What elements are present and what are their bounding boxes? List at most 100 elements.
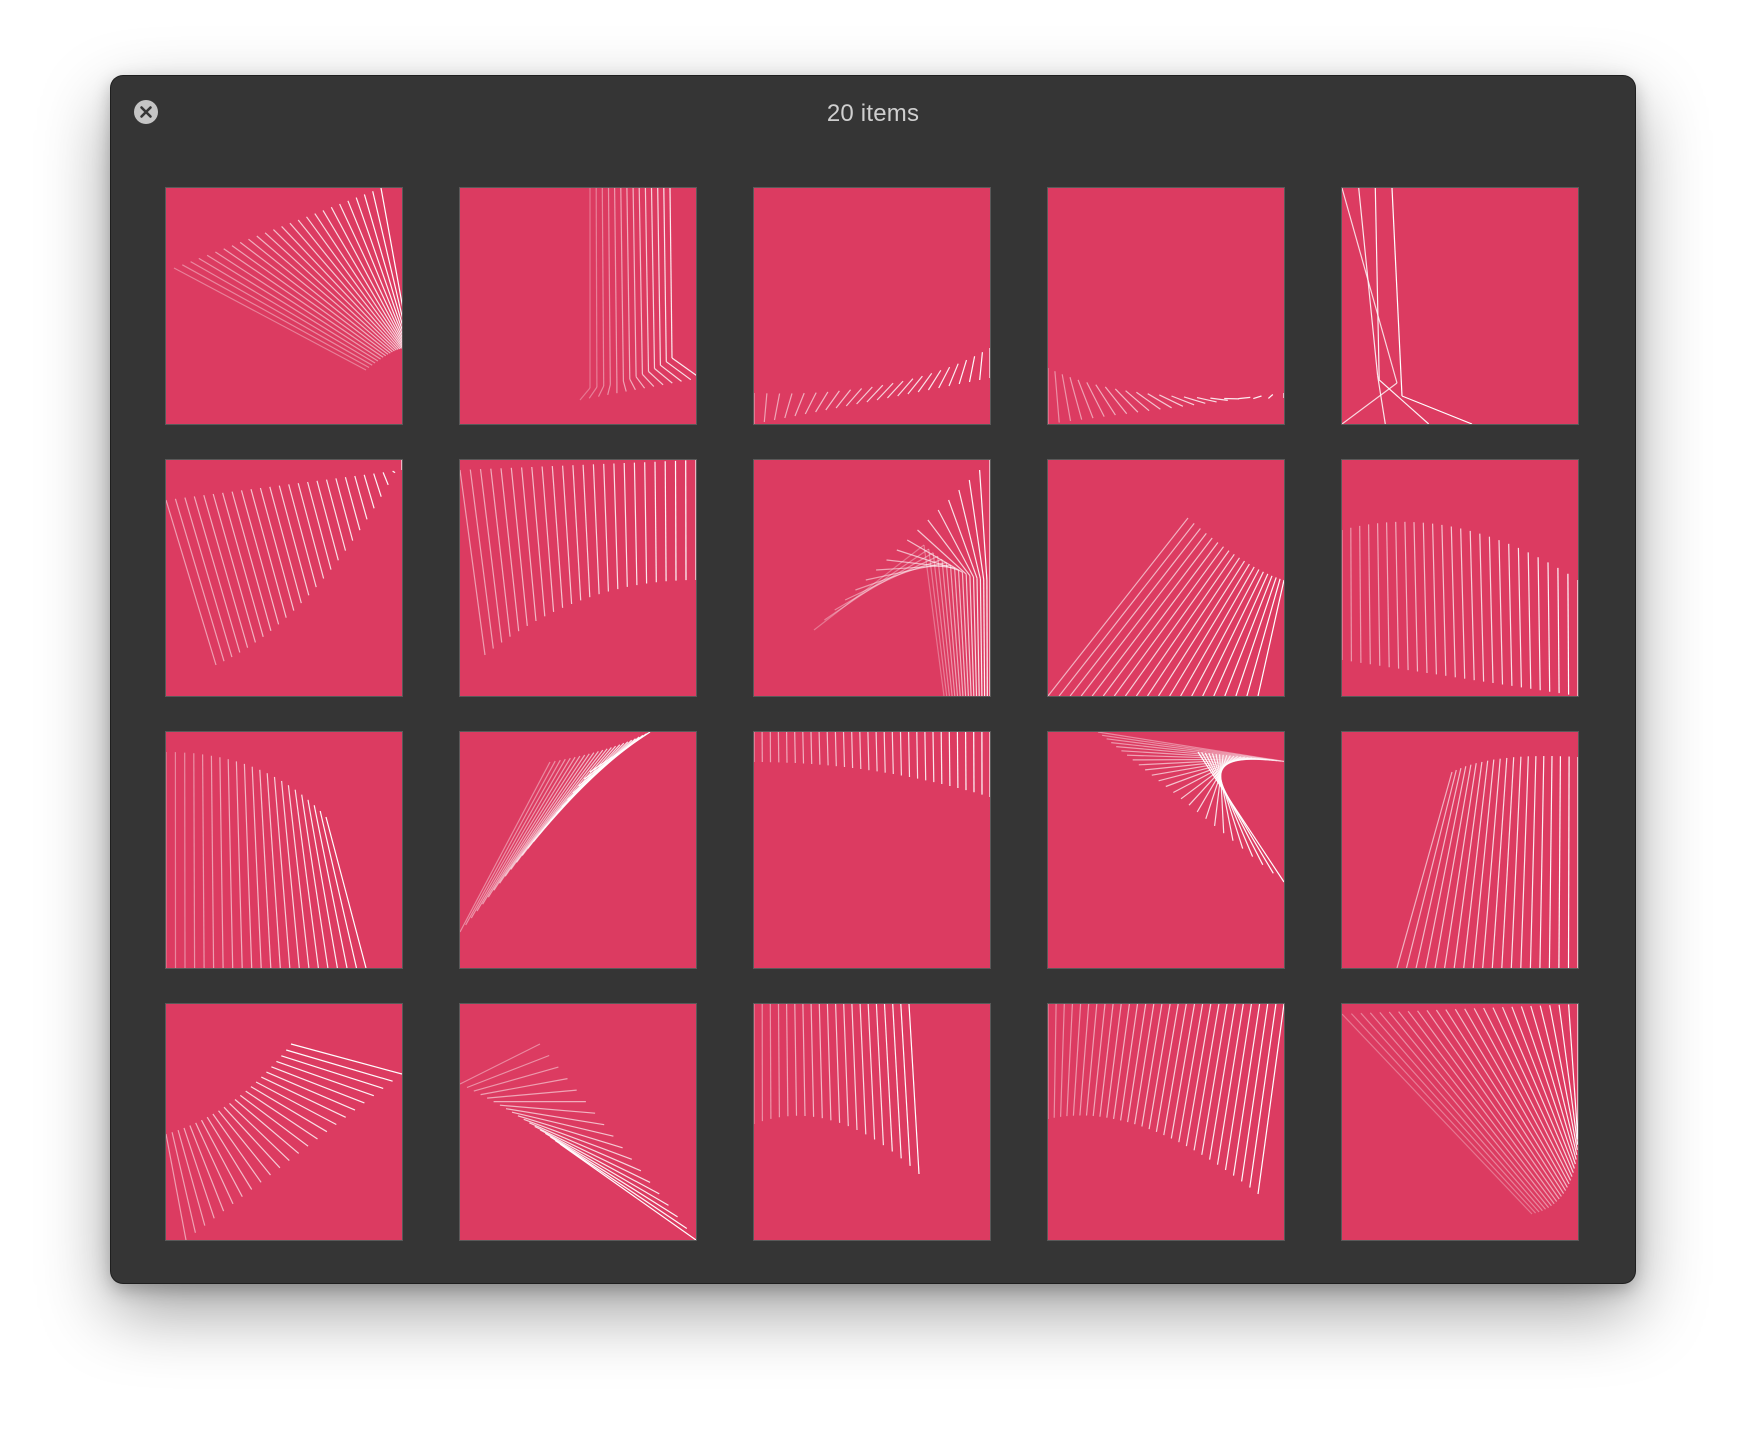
fan-line	[601, 188, 605, 387]
fan-line	[835, 1004, 841, 1123]
fan-line	[272, 229, 397, 351]
fan-line	[234, 1099, 300, 1154]
fan-line	[182, 264, 370, 369]
thumbnail-item[interactable]	[1342, 732, 1578, 968]
fan-line	[1491, 757, 1508, 968]
fan-line	[1208, 752, 1254, 857]
fan-line	[469, 469, 494, 649]
fan-line	[482, 757, 571, 905]
fan-line	[1454, 1008, 1567, 1191]
fan-line	[802, 732, 805, 764]
fan-line	[859, 1004, 867, 1135]
fan-line	[1350, 1013, 1537, 1214]
fan-line	[883, 732, 886, 773]
fan-line	[856, 386, 873, 405]
fan-line	[1253, 395, 1262, 400]
thumbnail-item[interactable]	[166, 188, 402, 424]
fan-line	[763, 393, 768, 423]
thumbnail-item[interactable]	[166, 732, 402, 968]
fan-line	[499, 1104, 596, 1114]
thumbnail-item[interactable]	[460, 188, 696, 424]
fan-line	[1211, 753, 1244, 849]
fan-line	[313, 805, 348, 968]
fan-line	[1377, 375, 1386, 424]
fan-line	[1268, 394, 1274, 399]
fan-line	[319, 810, 358, 968]
fan-line	[1426, 1010, 1560, 1200]
fan-line	[804, 392, 817, 415]
fan-line	[1432, 523, 1437, 675]
thumbnail-item[interactable]	[460, 732, 696, 968]
thumbnail-item[interactable]	[1048, 188, 1284, 424]
thumbnail-image	[579, 188, 696, 401]
fan-line	[1201, 752, 1274, 874]
fan-line	[851, 1004, 858, 1131]
fan-line	[924, 732, 927, 781]
fan-line	[325, 479, 347, 551]
thumbnail-image	[460, 460, 696, 656]
thumbnail-item[interactable]	[460, 1004, 696, 1240]
fan-line	[1479, 533, 1485, 682]
thumbnail-item[interactable]	[1342, 1004, 1578, 1240]
thumbnail-item[interactable]	[1342, 188, 1578, 424]
fan-line	[1106, 1004, 1122, 1118]
fan-line	[1213, 573, 1269, 696]
thumbnail-item[interactable]	[460, 460, 696, 696]
fan-line	[891, 732, 894, 775]
thumbnail-grid	[166, 188, 1578, 1240]
fan-line	[1482, 758, 1501, 968]
fan-line	[802, 1004, 806, 1117]
fan-line	[202, 754, 205, 968]
fan-line	[844, 555, 938, 601]
fan-line	[266, 1071, 356, 1111]
fan-line	[1469, 530, 1475, 681]
fan-line	[1395, 521, 1400, 669]
fan-line	[392, 470, 396, 474]
fan-line	[335, 478, 354, 541]
fan-line	[845, 388, 863, 407]
thumbnail-image	[1396, 755, 1578, 968]
fan-line	[1483, 1007, 1572, 1181]
fan-line	[916, 732, 919, 779]
fan-line	[1501, 757, 1515, 968]
fan-line	[493, 755, 581, 891]
thumbnail-item[interactable]	[1342, 460, 1578, 696]
thumbnail-item[interactable]	[1048, 732, 1284, 968]
fan-line	[281, 225, 399, 350]
fan-line	[307, 799, 338, 968]
fan-line	[1415, 767, 1462, 968]
fan-line	[1048, 517, 1189, 696]
fan-line	[1069, 528, 1201, 696]
thumbnail-item[interactable]	[1048, 460, 1284, 696]
fan-line	[769, 1004, 772, 1119]
fan-line	[875, 1004, 884, 1146]
fan-line	[794, 392, 805, 417]
fan-line	[1498, 540, 1504, 685]
fan-line	[174, 498, 225, 662]
fan-line	[1529, 756, 1537, 968]
fan-line	[523, 1118, 633, 1160]
fan-line	[1197, 751, 1284, 883]
thumbnail-item[interactable]	[754, 732, 990, 968]
fan-line	[983, 579, 986, 696]
thumbnail-item[interactable]	[166, 1004, 402, 1240]
fan-line	[1136, 391, 1161, 410]
thumbnail-item[interactable]	[166, 460, 402, 696]
fan-line	[166, 499, 217, 666]
fan-line	[500, 468, 520, 632]
fan-line	[382, 472, 389, 486]
thumbnail-image	[166, 752, 367, 968]
fan-line	[373, 473, 382, 497]
fan-line	[1080, 533, 1207, 696]
fan-line	[290, 1043, 402, 1075]
fan-line	[1404, 521, 1409, 671]
fan-line	[1453, 761, 1483, 968]
thumbnail-item[interactable]	[1048, 1004, 1284, 1240]
thumbnail-item[interactable]	[754, 1004, 990, 1240]
fan-line	[1141, 1004, 1163, 1127]
fan-line	[1492, 1007, 1573, 1177]
thumbnail-item[interactable]	[754, 460, 990, 696]
fan-line	[1558, 756, 1561, 968]
fan-line	[784, 393, 793, 419]
thumbnail-item[interactable]	[754, 188, 990, 424]
